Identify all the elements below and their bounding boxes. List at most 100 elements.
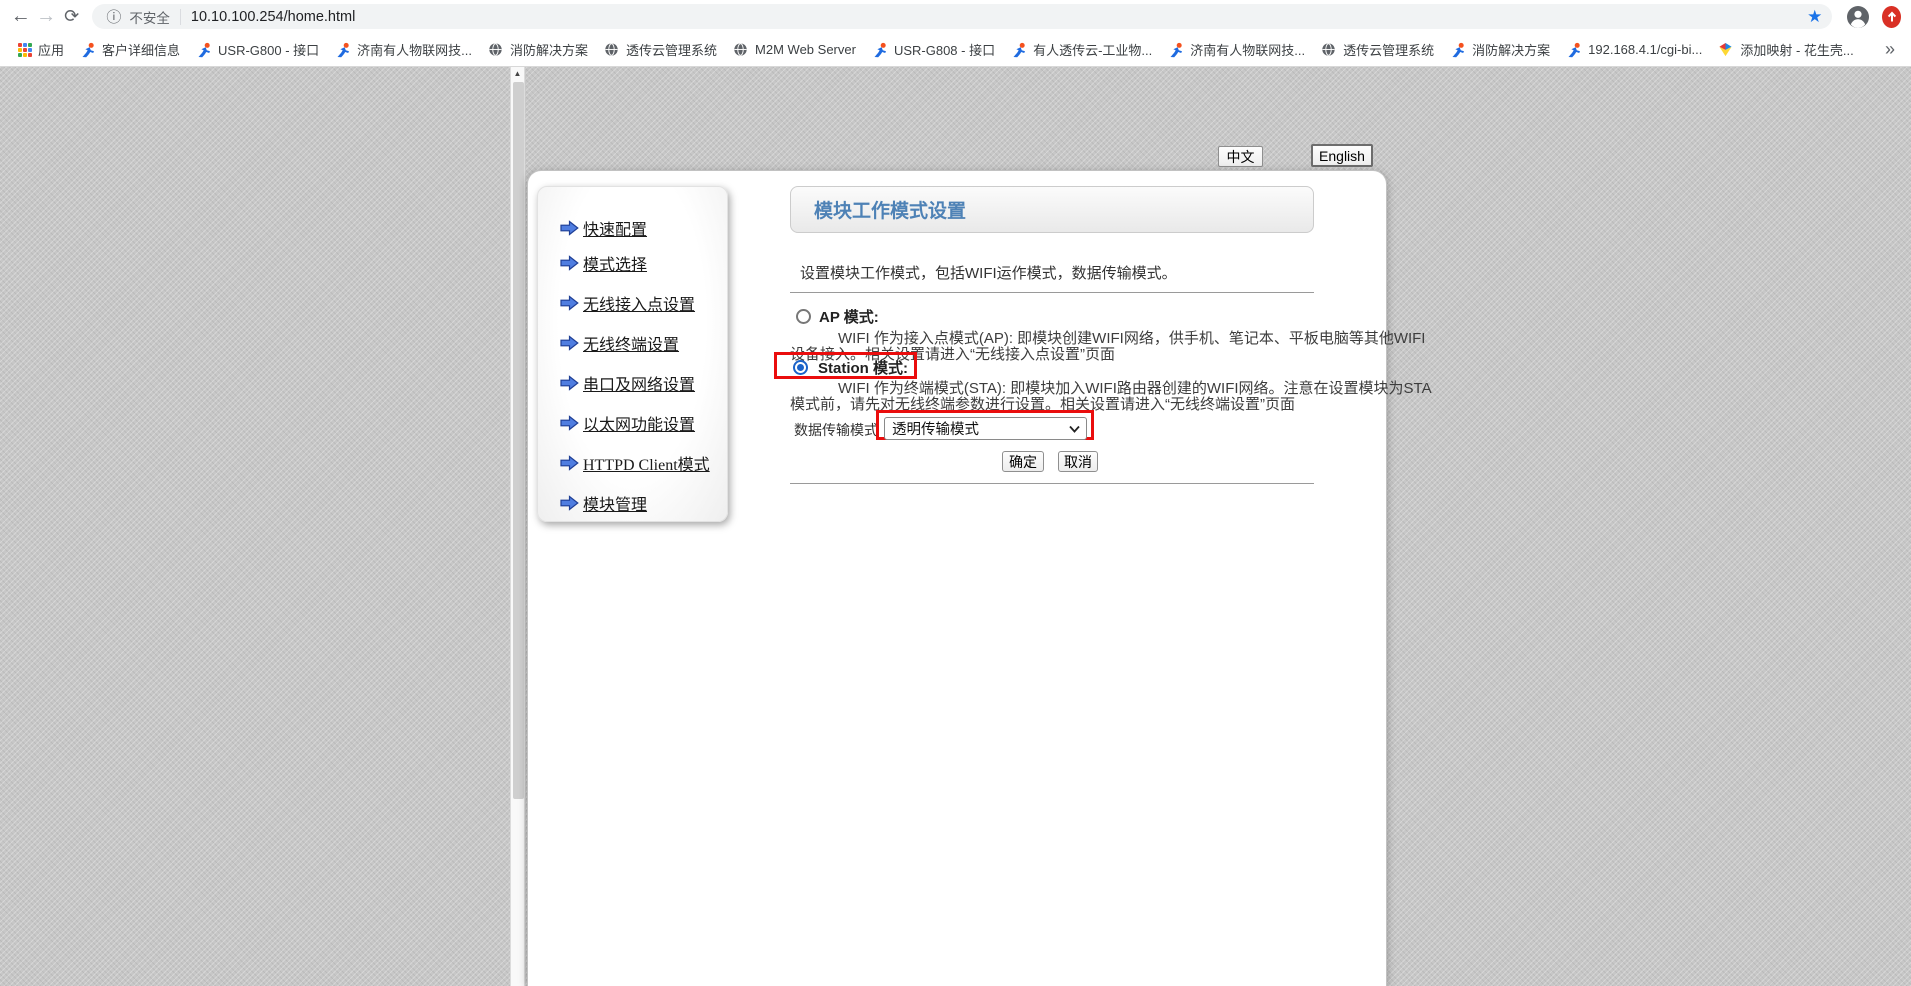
chevron-down-icon xyxy=(1069,425,1080,433)
bookmark-label: 有人透传云-工业物... xyxy=(1033,40,1152,59)
module-description: 设置模块工作模式，包括WIFI运作模式，数据传输模式。 xyxy=(800,262,1177,283)
browser-window: ← → ⟳ ⓘ 不安全 10.10.100.254/home.html ★ xyxy=(0,0,1911,986)
arrow-icon xyxy=(560,295,579,311)
main-panel: 快速配置模式选择无线接入点设置无线终端设置串口及网络设置以太网功能设置 HTTPD… xyxy=(527,170,1387,986)
bookmark-item[interactable]: 济南有人物联网技... xyxy=(327,37,480,62)
globe-icon xyxy=(488,42,504,58)
globe-icon xyxy=(733,42,749,58)
usr-person-icon xyxy=(1011,42,1027,58)
bookmark-item[interactable]: 消防解决方案 xyxy=(1442,37,1558,62)
peanut-icon xyxy=(1718,42,1734,58)
ok-button[interactable]: 确定 xyxy=(1002,451,1044,472)
omnibox-divider xyxy=(180,9,181,25)
bookmark-label: 客户详细信息 xyxy=(102,40,180,59)
page-title-bar: 模块工作模式设置 xyxy=(790,186,1314,233)
back-button[interactable]: ← xyxy=(8,5,33,28)
sidebar-card: 快速配置模式选择无线接入点设置无线终端设置串口及网络设置以太网功能设置 HTTPD… xyxy=(537,186,728,522)
bookmark-star-icon[interactable]: ★ xyxy=(1807,7,1822,27)
sidebar-item-label: 模块管理 xyxy=(583,491,647,515)
arrow-icon xyxy=(560,495,579,511)
bookmark-item[interactable]: 有人透传云-工业物... xyxy=(1003,37,1160,62)
profile-icon[interactable] xyxy=(1846,5,1870,29)
sidebar-item-label: 串口及网络设置 xyxy=(583,371,695,395)
bookmark-item[interactable]: 透传云管理系统 xyxy=(596,37,725,62)
usr-person-icon xyxy=(80,42,96,58)
station-mode-radio[interactable] xyxy=(793,360,808,375)
transfer-mode-select[interactable]: 透明传输模式 xyxy=(884,417,1087,440)
arrow-icon xyxy=(560,375,579,391)
arrow-icon xyxy=(560,255,579,271)
bookmark-label: 消防解决方案 xyxy=(510,40,588,59)
address-bar[interactable]: ⓘ 不安全 10.10.100.254/home.html ★ xyxy=(92,4,1832,29)
globe-icon xyxy=(604,42,620,58)
bookmarks-bar: 应用 客户详细信息 USR-G800 - 接口 济南有人物联网技... 消防解决方案 透… xyxy=(0,33,1911,67)
lang-chinese-button[interactable]: 中文 xyxy=(1218,146,1263,167)
globe-icon xyxy=(1321,42,1337,58)
bookmark-label: 192.168.4.1/cgi-bi... xyxy=(1588,42,1702,57)
bookmark-item[interactable]: 透传云管理系统 xyxy=(1313,37,1442,62)
ap-mode-radio[interactable] xyxy=(796,309,811,324)
sidebar-item-4[interactable]: 无线终端设置 xyxy=(538,332,679,354)
bookmark-label: 济南有人物联网技... xyxy=(357,40,472,59)
bookmark-item[interactable]: USR-G800 - 接口 xyxy=(188,37,327,62)
transfer-mode-label: 数据传输模式 xyxy=(794,420,878,440)
divider-top xyxy=(790,292,1314,293)
apps-label: 应用 xyxy=(38,40,64,59)
sidebar-item-2[interactable]: 模式选择 xyxy=(538,252,647,274)
bookmark-item[interactable]: 添加映射 - 花生壳... xyxy=(1710,37,1861,62)
site-info-icon[interactable]: ⓘ xyxy=(106,6,121,27)
sidebar-item-label: 快速配置 xyxy=(583,216,647,240)
apps-button[interactable]: 应用 xyxy=(10,37,72,62)
sidebar-item-7[interactable]: HTTPD Client模式 xyxy=(538,452,710,474)
forward-button[interactable]: → xyxy=(33,5,58,28)
ap-mode-label: AP 模式: xyxy=(819,306,879,327)
scrollbar-up-arrow[interactable]: ▲ xyxy=(511,69,524,78)
arrow-icon xyxy=(560,455,579,471)
arrow-icon xyxy=(560,335,579,351)
url-text[interactable]: 10.10.100.254/home.html xyxy=(191,9,355,25)
bookmark-label: USR-G800 - 接口 xyxy=(218,40,319,59)
usr-person-icon xyxy=(872,42,888,58)
bookmark-label: USR-G808 - 接口 xyxy=(894,40,995,59)
usr-person-icon xyxy=(1450,42,1466,58)
sidebar-item-label: 无线接入点设置 xyxy=(583,291,695,315)
bookmark-label: 添加映射 - 花生壳... xyxy=(1740,40,1853,59)
sidebar-item-6[interactable]: 以太网功能设置 xyxy=(538,412,695,434)
browser-update-icon[interactable] xyxy=(1882,6,1901,28)
sidebar-item-1[interactable]: 快速配置 xyxy=(538,217,647,239)
bookmark-item[interactable]: M2M Web Server xyxy=(725,39,864,61)
sidebar-item-label: 无线终端设置 xyxy=(583,331,679,355)
arrow-icon xyxy=(560,415,579,431)
scrollbar-thumb[interactable] xyxy=(513,82,524,799)
bookmark-label: M2M Web Server xyxy=(755,42,856,57)
arrow-icon xyxy=(560,220,579,236)
usr-person-icon xyxy=(196,42,212,58)
bookmark-item[interactable]: USR-G808 - 接口 xyxy=(864,37,1003,62)
page-title: 模块工作模式设置 xyxy=(814,196,966,223)
station-mode-label: Station 模式: xyxy=(818,357,908,378)
sidebar-item-label: HTTPD Client模式 xyxy=(583,451,710,475)
security-label: 不安全 xyxy=(129,7,170,27)
bookmark-item[interactable]: 消防解决方案 xyxy=(480,37,596,62)
cancel-button[interactable]: 取消 xyxy=(1058,451,1098,472)
bookmark-label: 透传云管理系统 xyxy=(626,40,717,59)
bookmark-item[interactable]: 客户详细信息 xyxy=(72,37,188,62)
sidebar-item-label: 模式选择 xyxy=(583,251,647,275)
lang-english-button[interactable]: English xyxy=(1311,144,1373,167)
sidebar-item-8[interactable]: 模块管理 xyxy=(538,492,647,514)
browser-toolbar: ← → ⟳ ⓘ 不安全 10.10.100.254/home.html ★ xyxy=(0,0,1911,33)
sidebar-item-label: 以太网功能设置 xyxy=(583,411,695,435)
usr-person-icon xyxy=(1168,42,1184,58)
sidebar-item-3[interactable]: 无线接入点设置 xyxy=(538,292,695,314)
transfer-mode-selected-option: 透明传输模式 xyxy=(892,418,979,439)
bookmark-label: 透传云管理系统 xyxy=(1343,40,1434,59)
reload-button[interactable]: ⟳ xyxy=(59,6,84,27)
bookmarks-overflow-chevron[interactable]: » xyxy=(1875,39,1905,60)
page-scrollbar[interactable]: ▲ xyxy=(510,67,525,986)
bookmark-label: 消防解决方案 xyxy=(1472,40,1550,59)
bookmark-label: 济南有人物联网技... xyxy=(1190,40,1305,59)
usr-person-icon xyxy=(1566,42,1582,58)
bookmark-item[interactable]: 192.168.4.1/cgi-bi... xyxy=(1558,39,1710,61)
sidebar-item-5[interactable]: 串口及网络设置 xyxy=(538,372,695,394)
bookmark-item[interactable]: 济南有人物联网技... xyxy=(1160,37,1313,62)
